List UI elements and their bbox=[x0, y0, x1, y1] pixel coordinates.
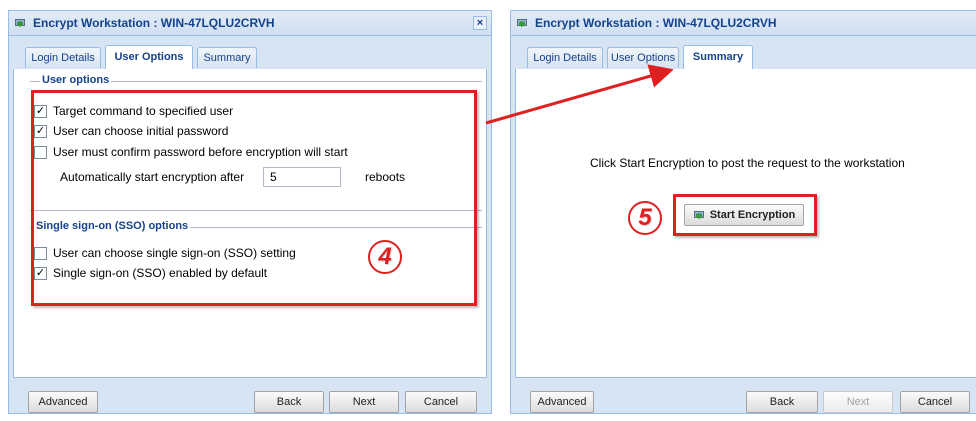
annotation-arrow bbox=[485, 64, 674, 125]
